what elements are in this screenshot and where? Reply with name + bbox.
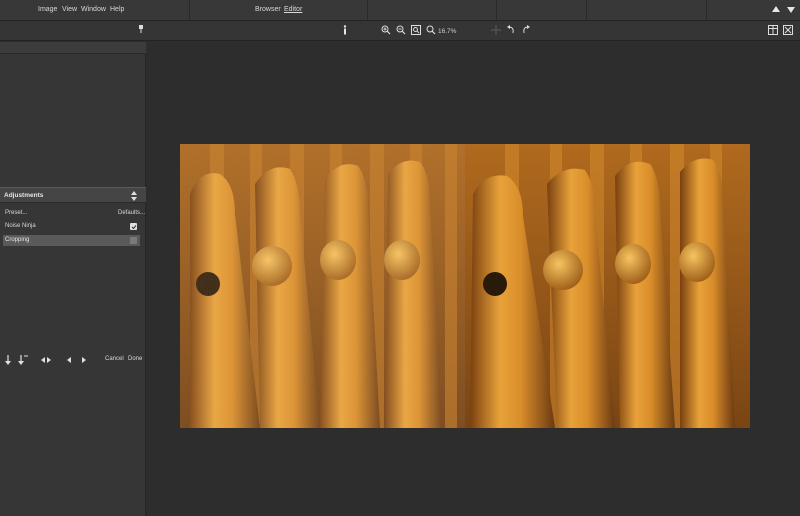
sidebar: Adjustments Preset... Defaults... Noise … [0, 42, 146, 516]
zoom-level: 16.7% [438, 28, 457, 35]
zoom-in-icon[interactable] [380, 24, 392, 36]
triangle-down-icon[interactable] [787, 7, 795, 13]
previous-icon[interactable] [66, 355, 76, 365]
zoom-out-icon[interactable] [395, 24, 407, 36]
arrow-down-icon[interactable] [4, 355, 14, 365]
menubar-divider [706, 0, 707, 21]
crosshair-icon[interactable] [490, 24, 502, 36]
done-button[interactable]: Done [128, 356, 142, 362]
compare-view-icon[interactable] [782, 24, 794, 36]
zoom-fit-icon[interactable] [410, 24, 422, 36]
mode-editor[interactable]: Editor [284, 6, 302, 13]
info-icon[interactable] [339, 24, 351, 36]
pin-icon[interactable] [135, 23, 147, 35]
menubar-divider [367, 0, 368, 21]
adjustments-title: Adjustments [4, 192, 44, 199]
preset-button[interactable]: Preset... [5, 210, 27, 216]
cropping-row[interactable]: Cropping [3, 235, 140, 246]
menu-view[interactable]: View [62, 6, 77, 13]
noise-ninja-label[interactable]: Noise Ninja [5, 223, 36, 229]
triangle-up-icon[interactable] [772, 6, 780, 12]
checkmark-icon [131, 224, 136, 229]
arrow-down-all-icon[interactable] [18, 355, 28, 365]
cropping-checkbox[interactable] [130, 237, 137, 244]
noise-ninja-checkbox[interactable] [130, 223, 137, 230]
cropping-label: Cropping [5, 237, 30, 243]
menu-image[interactable]: Image [38, 6, 57, 13]
menu-bar: Image View Window Help Browser Editor [0, 0, 800, 21]
rotate-right-icon[interactable] [520, 24, 532, 36]
menubar-divider [586, 0, 587, 21]
image-preview[interactable] [180, 144, 750, 428]
defaults-button[interactable]: Defaults... [118, 210, 145, 216]
toolbar: 16.7% [0, 21, 800, 41]
mode-browser[interactable]: Browser [255, 6, 281, 13]
menu-window[interactable]: Window [81, 6, 106, 13]
next-icon[interactable] [81, 355, 91, 365]
split-view-icon[interactable] [767, 24, 779, 36]
zoom-icon[interactable] [425, 24, 437, 36]
menubar-divider [189, 0, 190, 21]
menu-help[interactable]: Help [110, 6, 124, 13]
adjustments-header[interactable]: Adjustments [0, 187, 146, 203]
photo-before-after [180, 144, 750, 428]
menubar-divider [496, 0, 497, 21]
sidebar-top-strip [0, 42, 146, 54]
cancel-button[interactable]: Cancel [105, 356, 124, 362]
rotate-left-icon[interactable] [505, 24, 517, 36]
up-down-arrows-icon[interactable] [130, 190, 138, 202]
expand-horizontal-icon[interactable] [41, 355, 51, 365]
